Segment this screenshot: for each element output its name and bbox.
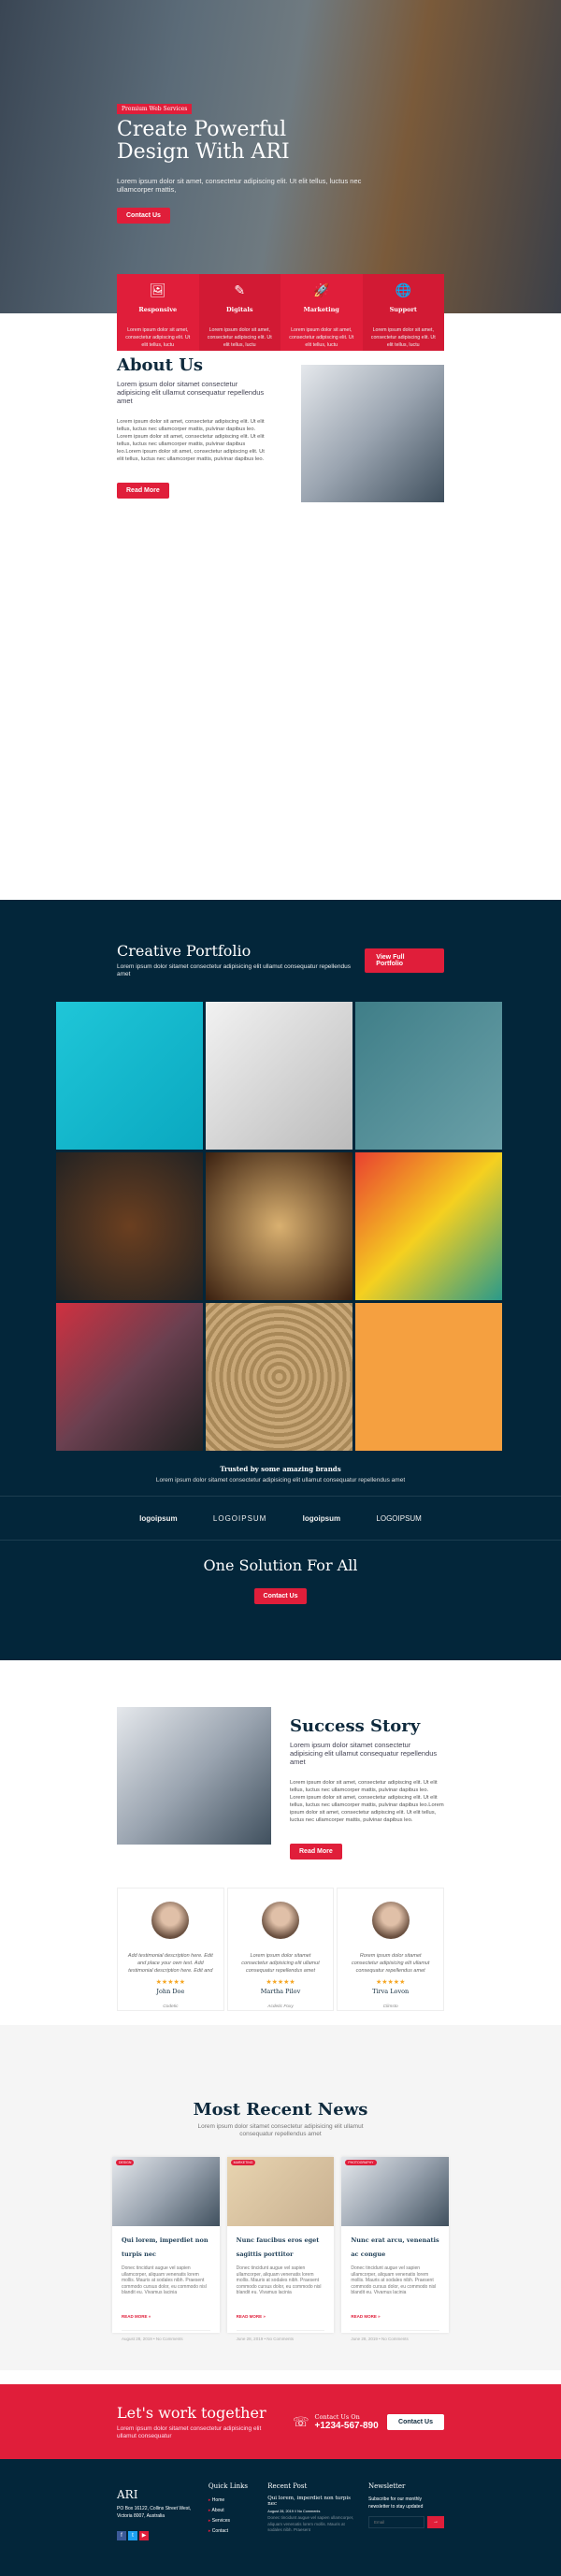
about-body: Lorem ipsum dolor sit amet, consectetur … bbox=[117, 419, 265, 462]
news-card[interactable]: DESIGN Qui lorem, imperdiet non turpis ne… bbox=[112, 2157, 220, 2341]
brand-logos: logoipsum LOGOIPSUM logoipsum LOGOIPSUM bbox=[0, 1496, 561, 1541]
category-badge[interactable]: DESIGN bbox=[116, 2160, 135, 2165]
footer: ARI PO Box 16122, Collins Street West, V… bbox=[0, 2459, 561, 2576]
footer-link[interactable]: Contact bbox=[209, 2526, 254, 2537]
about-read-more-button[interactable]: Read More bbox=[117, 483, 169, 499]
news-card[interactable]: MARKETING Nunc faucibus eros eget sagitti… bbox=[226, 2157, 335, 2341]
hero-contact-button[interactable]: Contact Us bbox=[117, 208, 170, 224]
recent-post-link[interactable]: Qui lorem, imperdiet non turpis nec bbox=[267, 2496, 355, 2507]
testimonial-card: Lorem ipsum dolor sitamet consectetur ad… bbox=[226, 1888, 335, 2011]
solution-contact-button[interactable]: Contact Us bbox=[253, 1588, 308, 1604]
globe-support-icon: 🌐 bbox=[395, 282, 411, 297]
success-read-more-button[interactable]: Read More bbox=[290, 1844, 342, 1860]
about-image bbox=[301, 365, 444, 502]
portfolio-grid bbox=[56, 1002, 561, 1451]
rocket-icon: 🚀 bbox=[313, 282, 330, 297]
newsletter-email-input[interactable] bbox=[368, 2516, 424, 2528]
category-badge[interactable]: PHOTOGRAPHY bbox=[345, 2160, 377, 2165]
feature-card: 🚀 Marketing Lorem ipsum dolor sit amet, co… bbox=[280, 274, 363, 351]
success-image bbox=[117, 1707, 271, 1845]
feature-card: 🖼 Responsive Lorem ipsum dolor sit amet, c… bbox=[117, 274, 199, 351]
portfolio-section: Creative Portfolio Lorem ipsum dolor sita… bbox=[0, 900, 561, 1660]
portfolio-item[interactable] bbox=[56, 1303, 203, 1451]
phone-24-icon: ☏ bbox=[293, 2413, 309, 2429]
footer-brand: ARI bbox=[117, 2488, 138, 2501]
features: 🖼 Responsive Lorem ipsum dolor sit amet, c… bbox=[117, 274, 444, 351]
pencil-cup-icon: ✎ bbox=[234, 282, 246, 297]
phone-number[interactable]: +1234-567-890 bbox=[315, 2421, 379, 2431]
category-badge[interactable]: MARKETING bbox=[230, 2160, 256, 2165]
avatar bbox=[262, 1902, 299, 1939]
brand-logo: LOGOIPSUM bbox=[376, 1513, 422, 1523]
avatar bbox=[151, 1902, 190, 1939]
testimonial-card: Rorem ipsum dolor sitamet consectetur ad… bbox=[337, 1888, 445, 2011]
news-title: Most Recent News bbox=[193, 2100, 368, 2120]
portfolio-item[interactable] bbox=[206, 1303, 352, 1451]
brand-logo: logoipsum bbox=[139, 1513, 178, 1523]
star-rating: ★★★★★ bbox=[155, 1979, 186, 1986]
subscribe-arrow-button[interactable]: → bbox=[427, 2516, 444, 2528]
about-section: About Us Lorem ipsum dolor sitamet conse… bbox=[0, 313, 561, 900]
footer-link[interactable]: Home bbox=[209, 2496, 254, 2506]
cta-title: Let's work together bbox=[117, 2403, 266, 2422]
feature-card: 🌐 Support Lorem ipsum dolor sit amet, cons… bbox=[362, 274, 444, 351]
news-section: Most Recent News Lorem ipsum dolor sitam… bbox=[0, 2025, 561, 2370]
portfolio-item[interactable] bbox=[206, 1002, 352, 1150]
trusted-title: Trusted by some amazing brands bbox=[220, 1465, 341, 1473]
success-subtitle: Lorem ipsum dolor sitamet consectetur ad… bbox=[290, 1741, 438, 1766]
news-card-title[interactable]: Nunc faucibus eros eget sagittis porttit… bbox=[237, 2234, 325, 2262]
news-card-title[interactable]: Nunc erat arcu, venenatis ac congue bbox=[351, 2234, 439, 2262]
cta-banner: Let's work together Lorem ipsum dolor sit… bbox=[0, 2384, 561, 2459]
brand-logo: logoipsum bbox=[302, 1513, 341, 1523]
hero-title: Create Powerful Design With ARI bbox=[117, 118, 290, 164]
success-title: Success Story bbox=[290, 1716, 421, 1736]
hero-badge: Premium Web Services bbox=[117, 104, 193, 114]
brand-logo: LOGOIPSUM bbox=[212, 1513, 267, 1523]
read-more-link[interactable]: READ MORE » bbox=[122, 2314, 151, 2319]
star-rating: ★★★★★ bbox=[266, 1979, 295, 1986]
portfolio-item[interactable] bbox=[355, 1303, 502, 1451]
twitter-icon[interactable]: t bbox=[128, 2531, 137, 2540]
success-body: Lorem ipsum dolor sit amet, consectetur … bbox=[290, 1780, 444, 1823]
news-card-title[interactable]: Qui lorem, imperdiet non turpis nec bbox=[122, 2234, 210, 2262]
portfolio-item[interactable] bbox=[355, 1152, 502, 1300]
news-card[interactable]: PHOTOGRAPHY Nunc erat arcu, venenatis ac … bbox=[341, 2157, 450, 2341]
portfolio-item[interactable] bbox=[56, 1152, 203, 1300]
portfolio-subtitle: Lorem ipsum dolor sitamet consectetur ad… bbox=[117, 963, 352, 977]
avatar bbox=[371, 1902, 410, 1939]
news-subtitle: Lorem ipsum dolor sitamet consectetur ad… bbox=[197, 2123, 364, 2137]
footer-link[interactable]: About bbox=[209, 2506, 254, 2516]
about-subtitle: Lorem ipsum dolor sitamet consectetur ad… bbox=[117, 380, 265, 405]
hero: Premium Web Services Create Powerful Desi… bbox=[0, 0, 561, 351]
feature-card: ✎ Digitals Lorem ipsum dolor sit amet, con… bbox=[198, 274, 280, 351]
portfolio-item[interactable] bbox=[206, 1152, 352, 1300]
testimonial-card: Add testimonial description here. Edit a… bbox=[117, 1888, 224, 2011]
facebook-icon[interactable]: f bbox=[117, 2531, 126, 2540]
footer-address: PO Box 16122, Collins Street West, Victo… bbox=[117, 2506, 192, 2519]
view-portfolio-button[interactable]: View Full Portfolio bbox=[365, 948, 444, 973]
hero-text: Lorem ipsum dolor sit amet, consectetur … bbox=[117, 177, 362, 194]
cta-contact-button[interactable]: Contact Us bbox=[387, 2413, 444, 2430]
trusted-text: Lorem ipsum dolor sitamet consectetur ad… bbox=[155, 1477, 406, 1483]
portfolio-title: Creative Portfolio bbox=[117, 942, 252, 960]
testimonials: Add testimonial description here. Edit a… bbox=[117, 1888, 445, 2011]
footer-link[interactable]: Services bbox=[209, 2516, 254, 2526]
success-section: Success Story Lorem ipsum dolor sitamet … bbox=[0, 1660, 561, 1860]
youtube-icon[interactable]: ▶ bbox=[139, 2531, 149, 2540]
solution-title: One Solution For All bbox=[203, 1556, 358, 1574]
read-more-link[interactable]: READ MORE » bbox=[237, 2314, 266, 2319]
read-more-link[interactable]: READ MORE » bbox=[351, 2314, 380, 2319]
about-title: About Us bbox=[117, 355, 204, 375]
portfolio-item[interactable] bbox=[355, 1002, 502, 1150]
star-rating: ★★★★★ bbox=[375, 1979, 406, 1986]
portfolio-item[interactable] bbox=[56, 1002, 203, 1150]
presentation-board-icon: 🖼 bbox=[149, 282, 166, 297]
